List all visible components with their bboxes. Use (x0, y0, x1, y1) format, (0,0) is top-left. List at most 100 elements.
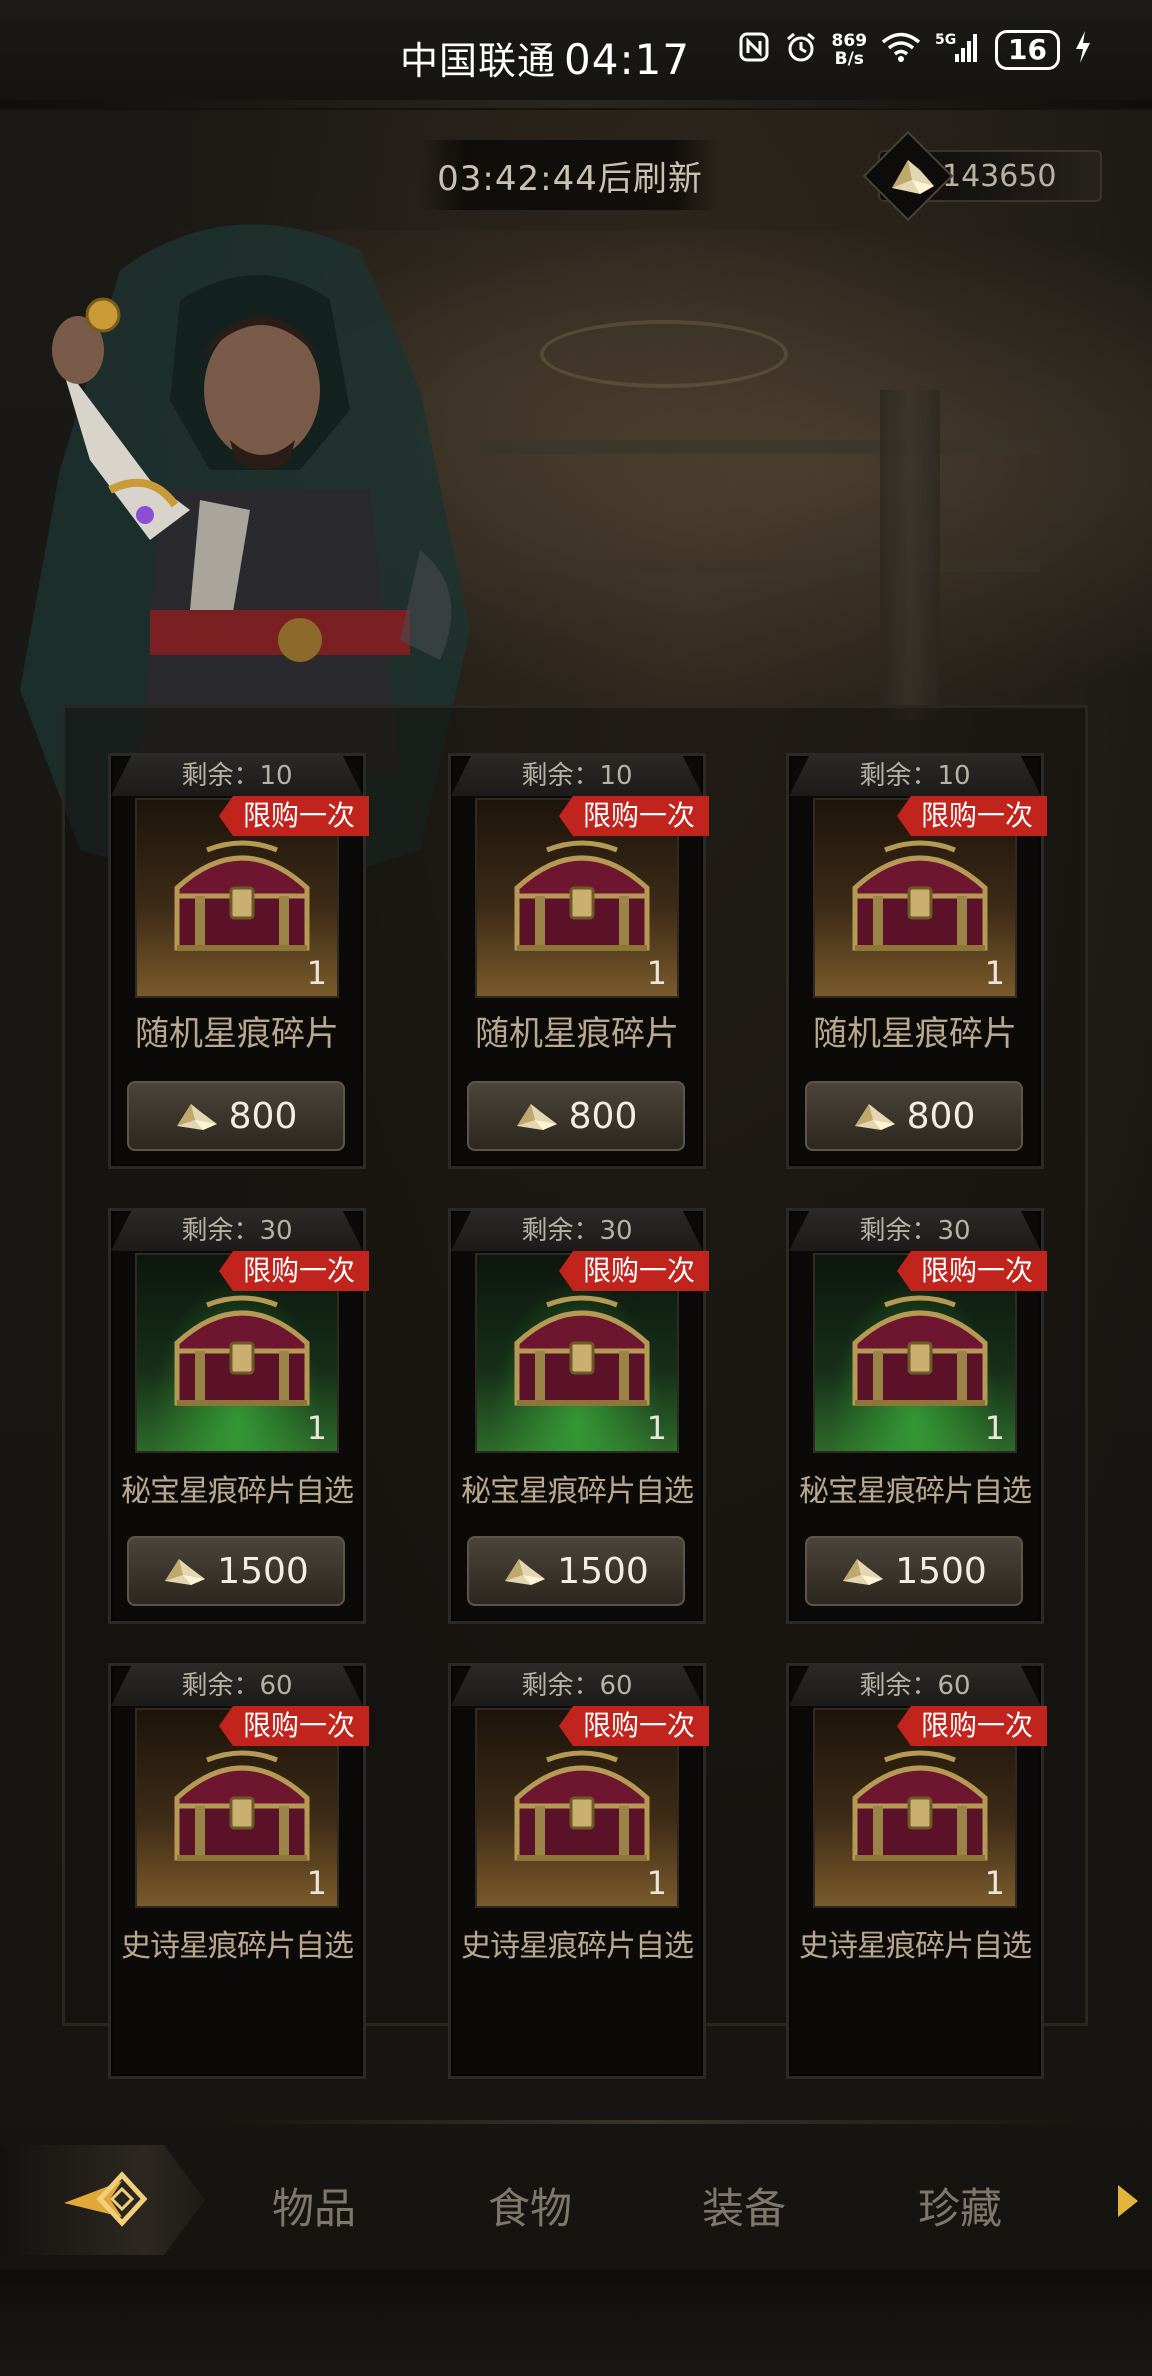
item-name: 史诗星痕碎片自选 (799, 1929, 1032, 1964)
charging-bolt-icon (1074, 31, 1092, 69)
item-name: 秘宝星痕碎片自选 (121, 1474, 354, 1509)
shop-item-card[interactable]: 剩余：60 1 限购一次 史诗星痕碎片自选 (786, 1663, 1047, 2079)
top-frame-divider (0, 100, 1152, 108)
item-name: 随机星痕碎片 (475, 1014, 679, 1054)
treasure-chest-icon (514, 840, 650, 951)
item-price: 1500 (217, 1550, 309, 1592)
gem-shard-icon (892, 160, 934, 194)
treasure-chest-icon (514, 1750, 650, 1861)
purchase-limit-badge: 限购一次 (896, 1251, 1047, 1291)
shop-item-card[interactable]: 剩余：30 1 限购一次 秘宝星痕碎片自选 1500 (108, 1208, 369, 1624)
status-icons: 869 B/s 5G 16 (738, 30, 1092, 70)
purchase-limit-badge: 限购一次 (896, 1706, 1047, 1746)
wifi-icon (881, 31, 921, 69)
shop-item-card[interactable]: 剩余：10 1 限购一次 随机星痕碎片 800 (786, 753, 1047, 1169)
alarm-icon (784, 30, 818, 70)
net-speed: 869 B/s (832, 32, 868, 68)
treasure-chest-icon (852, 1750, 988, 1861)
shop-item-card[interactable]: 剩余：60 1 限购一次 史诗星痕碎片自选 (448, 1663, 709, 2079)
tab-food[interactable]: 食物 (488, 2175, 572, 2236)
treasure-chest-icon (852, 1295, 988, 1406)
item-price: 1500 (895, 1550, 987, 1592)
item-price: 800 (568, 1095, 638, 1137)
battery-indicator: 16 (995, 30, 1060, 70)
purchase-limit-badge: 限购一次 (218, 796, 369, 836)
item-name: 随机星痕碎片 (813, 1014, 1017, 1054)
treasure-chest-icon (174, 1750, 310, 1861)
purchase-limit-badge: 限购一次 (558, 1706, 709, 1746)
refresh-timer: 03:42:44后刷新 (420, 140, 720, 210)
clock: 04:17 (564, 35, 691, 84)
carrier-label: 中国联通 (400, 39, 557, 83)
item-name: 随机星痕碎片 (135, 1014, 339, 1054)
shelf-decoration (480, 440, 1040, 454)
status-bar: 中国联通 04:17 869 B/s 5G 16 (0, 0, 1152, 110)
shop-item-card[interactable]: 剩余：30 1 限购一次 秘宝星痕碎片自选 1500 (448, 1208, 709, 1624)
buy-button[interactable]: 800 (805, 1081, 1023, 1151)
item-quantity: 1 (646, 1864, 667, 1902)
arrow-right-icon[interactable] (1118, 2185, 1138, 2217)
gem-shard-icon (843, 1559, 884, 1585)
buy-button[interactable]: 800 (467, 1081, 685, 1151)
currency-display: 143650 (862, 130, 1102, 222)
item-name: 史诗星痕碎片自选 (461, 1929, 694, 1964)
remaining-count: 剩余：60 (451, 1666, 703, 1706)
purchase-limit-badge: 限购一次 (218, 1251, 369, 1291)
carrier-time: 中国联通 04:17 (400, 30, 690, 85)
item-quantity: 1 (984, 954, 1005, 992)
buy-button[interactable]: 1500 (805, 1536, 1023, 1606)
tabbar-divider (200, 2120, 1100, 2124)
currency-amount: 143650 (942, 158, 1057, 194)
remaining-count: 剩余：60 (789, 1666, 1041, 1706)
purchase-limit-badge: 限购一次 (558, 796, 709, 836)
remaining-count: 剩余：60 (111, 1666, 363, 1706)
item-name: 秘宝星痕碎片自选 (799, 1474, 1032, 1509)
treasure-chest-icon (852, 840, 988, 951)
shop-screen: 中国联通 04:17 869 B/s 5G 16 03:42:44后刷新 143… (0, 0, 1152, 2376)
bottom-decoration (0, 2270, 1152, 2376)
remaining-count: 剩余：30 (451, 1211, 703, 1251)
item-price: 800 (228, 1095, 298, 1137)
tab-featured-active[interactable] (0, 2145, 205, 2255)
shop-item-card[interactable]: 剩余：60 1 限购一次 史诗星痕碎片自选 (108, 1663, 369, 2079)
item-price: 1500 (557, 1550, 649, 1592)
gem-shard-icon (176, 1104, 217, 1130)
shop-item-card[interactable]: 剩余：30 1 限购一次 秘宝星痕碎片自选 1500 (786, 1208, 1047, 1624)
buy-button[interactable]: 1500 (127, 1536, 345, 1606)
buy-button[interactable]: 800 (127, 1081, 345, 1151)
nfc-icon (738, 31, 770, 69)
remaining-count: 剩余：10 (111, 756, 363, 796)
item-quantity: 1 (984, 1409, 1005, 1447)
category-tab-bar: 物品 食物 装备 珍藏 (0, 2135, 1152, 2265)
net-speed-value: 869 (831, 31, 868, 51)
tab-items[interactable]: 物品 (272, 2175, 356, 2236)
gem-shard-icon (505, 1559, 546, 1585)
tab-equipment[interactable]: 装备 (702, 2175, 786, 2236)
item-quantity: 1 (646, 954, 667, 992)
tab-collection[interactable]: 珍藏 (918, 2175, 1002, 2236)
cell-signal-icon: 5G (935, 30, 981, 70)
item-quantity: 1 (306, 1409, 327, 1447)
remaining-count: 剩余：10 (789, 756, 1041, 796)
shop-item-card[interactable]: 剩余：10 1 限购一次 随机星痕碎片 800 (108, 753, 369, 1169)
signal-label: 5G (935, 32, 956, 48)
gem-shard-icon (165, 1559, 206, 1585)
gem-shard-icon (516, 1104, 557, 1130)
item-quantity: 1 (306, 954, 327, 992)
net-speed-unit: B/s (834, 49, 864, 69)
remaining-count: 剩余：30 (111, 1211, 363, 1251)
chandelier-decoration (540, 320, 788, 388)
purchase-limit-badge: 限购一次 (218, 1706, 369, 1746)
remaining-count: 剩余：10 (451, 756, 703, 796)
eye-diamond-icon (64, 2171, 148, 2227)
treasure-chest-icon (174, 840, 310, 951)
item-quantity: 1 (984, 1864, 1005, 1902)
treasure-chest-icon (174, 1295, 310, 1406)
item-name: 秘宝星痕碎片自选 (461, 1474, 694, 1509)
shop-item-card[interactable]: 剩余：10 1 限购一次 随机星痕碎片 800 (448, 753, 709, 1169)
shelf-decoration-lower (520, 560, 1040, 572)
purchase-limit-badge: 限购一次 (558, 1251, 709, 1291)
purchase-limit-badge: 限购一次 (896, 796, 1047, 836)
buy-button[interactable]: 1500 (467, 1536, 685, 1606)
pillar-decoration (880, 390, 940, 720)
